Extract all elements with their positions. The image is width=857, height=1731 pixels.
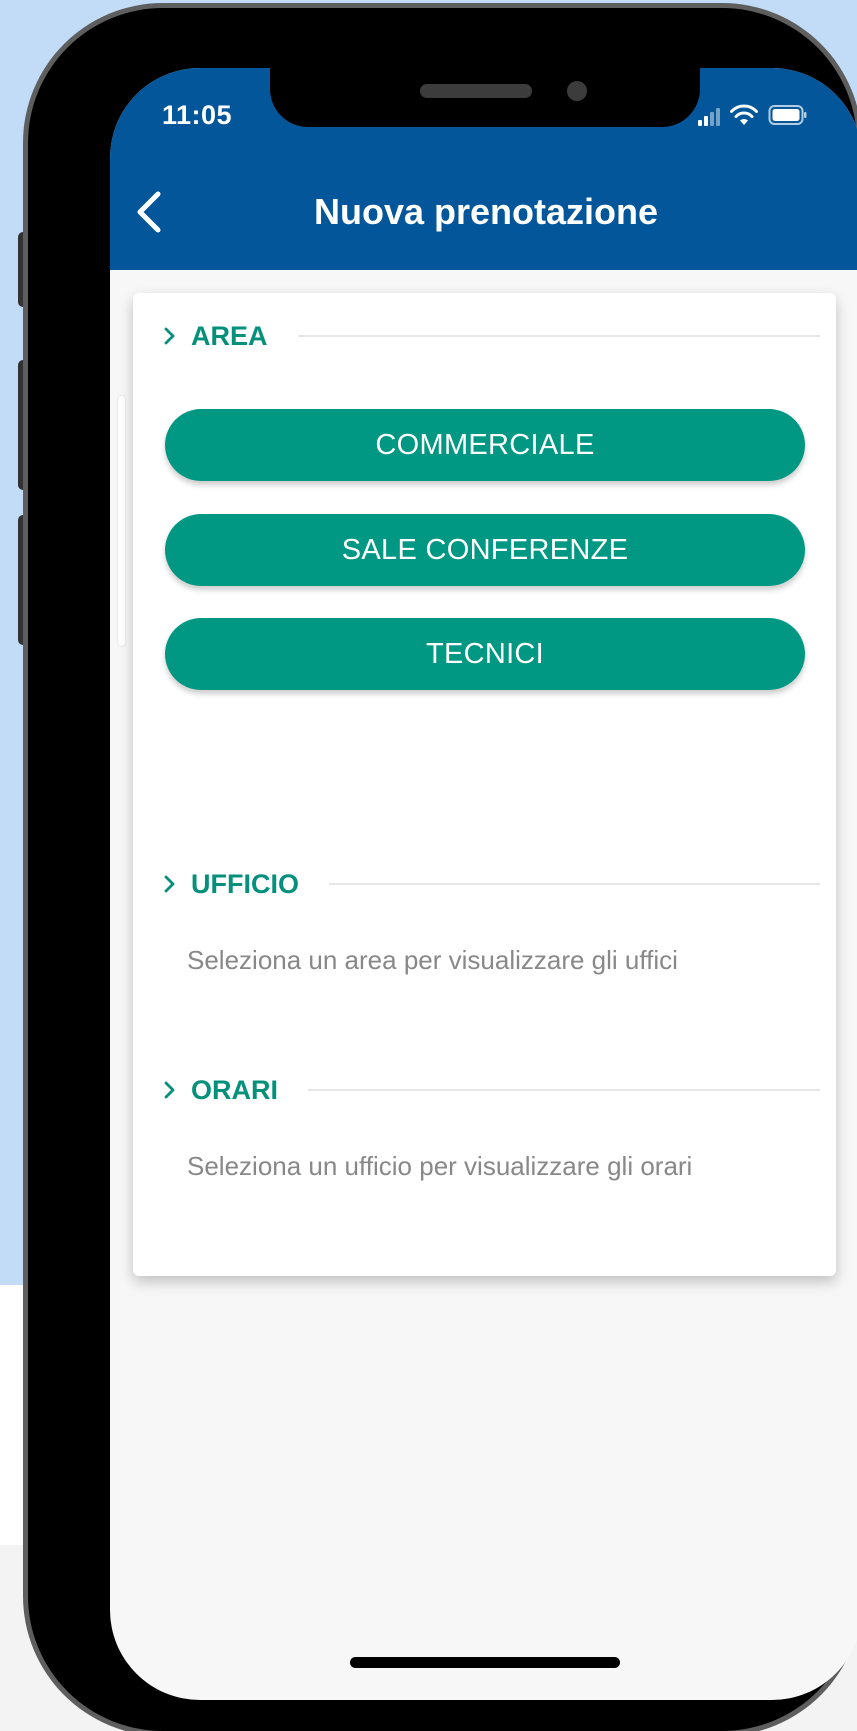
section-header-ufficio: UFFICIO <box>133 864 836 904</box>
chevron-right-icon <box>164 875 175 893</box>
area-button-tecnici[interactable]: TECNICI <box>165 618 805 690</box>
area-button-sale-conferenze[interactable]: SALE CONFERENZE <box>165 514 805 586</box>
section-title-area: AREA <box>191 320 268 351</box>
phone-screen: 11:05 Nuova prenotazione AREA COMMERCIAL… <box>110 68 857 1700</box>
divider <box>297 335 820 337</box>
notch <box>270 68 700 127</box>
signal-icon <box>698 106 720 126</box>
divider <box>308 1089 820 1091</box>
speaker-grille <box>420 84 532 98</box>
front-camera <box>567 81 587 101</box>
area-button-commerciale[interactable]: COMMERCIALE <box>165 409 805 481</box>
section-title-ufficio: UFFICIO <box>191 868 299 899</box>
scroll-indicator <box>118 396 125 646</box>
chevron-right-icon <box>164 1081 175 1099</box>
app-header: 11:05 Nuova prenotazione <box>110 68 857 270</box>
status-icons <box>698 102 808 126</box>
orari-hint: Seleziona un ufficio per visualizzare gl… <box>187 1151 693 1181</box>
phone-frame: 11:05 Nuova prenotazione AREA COMMERCIAL… <box>28 8 857 1731</box>
divider <box>329 883 820 885</box>
page-title: Nuova prenotazione <box>313 191 659 232</box>
section-header-area: AREA <box>133 316 836 356</box>
status-time: 11:05 <box>162 100 233 130</box>
home-indicator[interactable] <box>350 1657 620 1668</box>
booking-card: AREA COMMERCIALE SALE CONFERENZE TECNICI… <box>133 293 836 1276</box>
ufficio-hint: Seleziona un area per visualizzare gli u… <box>187 945 678 975</box>
section-title-orari: ORARI <box>191 1074 278 1105</box>
wifi-icon <box>729 104 759 126</box>
section-header-orari: ORARI <box>133 1070 836 1110</box>
chevron-right-icon <box>164 327 175 345</box>
battery-icon <box>768 104 808 126</box>
